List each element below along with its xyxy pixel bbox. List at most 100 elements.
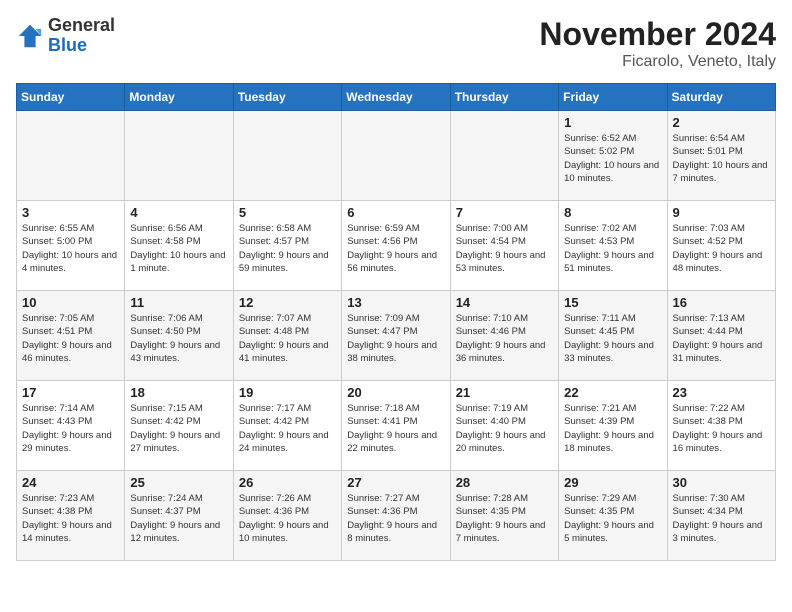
day-number: 25 bbox=[130, 475, 227, 490]
calendar-cell: 25 Sunrise: 7:24 AM Sunset: 4:37 PM Dayli… bbox=[125, 471, 233, 561]
calendar-cell: 5 Sunrise: 6:58 AM Sunset: 4:57 PM Daylig… bbox=[233, 201, 341, 291]
day-number: 5 bbox=[239, 205, 336, 220]
header-thursday: Thursday bbox=[450, 84, 558, 111]
day-number: 27 bbox=[347, 475, 444, 490]
day-info: Sunrise: 7:19 AM Sunset: 4:40 PM Dayligh… bbox=[456, 402, 553, 455]
day-info: Sunrise: 7:00 AM Sunset: 4:54 PM Dayligh… bbox=[456, 222, 553, 275]
calendar-cell bbox=[17, 111, 125, 201]
calendar-cell: 14 Sunrise: 7:10 AM Sunset: 4:46 PM Dayli… bbox=[450, 291, 558, 381]
day-number: 1 bbox=[564, 115, 661, 130]
day-info: Sunrise: 7:29 AM Sunset: 4:35 PM Dayligh… bbox=[564, 492, 661, 545]
calendar-cell bbox=[450, 111, 558, 201]
calendar-cell: 21 Sunrise: 7:19 AM Sunset: 4:40 PM Dayli… bbox=[450, 381, 558, 471]
day-number: 19 bbox=[239, 385, 336, 400]
calendar-cell: 1 Sunrise: 6:52 AM Sunset: 5:02 PM Daylig… bbox=[559, 111, 667, 201]
day-number: 23 bbox=[673, 385, 770, 400]
calendar-cell bbox=[125, 111, 233, 201]
calendar-cell: 11 Sunrise: 7:06 AM Sunset: 4:50 PM Dayli… bbox=[125, 291, 233, 381]
calendar-body: 1 Sunrise: 6:52 AM Sunset: 5:02 PM Daylig… bbox=[17, 111, 776, 561]
day-info: Sunrise: 7:14 AM Sunset: 4:43 PM Dayligh… bbox=[22, 402, 119, 455]
day-info: Sunrise: 7:21 AM Sunset: 4:39 PM Dayligh… bbox=[564, 402, 661, 455]
day-number: 16 bbox=[673, 295, 770, 310]
day-number: 28 bbox=[456, 475, 553, 490]
day-info: Sunrise: 7:13 AM Sunset: 4:44 PM Dayligh… bbox=[673, 312, 770, 365]
calendar-cell: 16 Sunrise: 7:13 AM Sunset: 4:44 PM Dayli… bbox=[667, 291, 775, 381]
calendar-cell: 24 Sunrise: 7:23 AM Sunset: 4:38 PM Dayli… bbox=[17, 471, 125, 561]
calendar-cell: 19 Sunrise: 7:17 AM Sunset: 4:42 PM Dayli… bbox=[233, 381, 341, 471]
day-number: 9 bbox=[673, 205, 770, 220]
day-info: Sunrise: 7:09 AM Sunset: 4:47 PM Dayligh… bbox=[347, 312, 444, 365]
day-info: Sunrise: 7:23 AM Sunset: 4:38 PM Dayligh… bbox=[22, 492, 119, 545]
day-info: Sunrise: 6:52 AM Sunset: 5:02 PM Dayligh… bbox=[564, 132, 661, 185]
header-monday: Monday bbox=[125, 84, 233, 111]
header-sunday: Sunday bbox=[17, 84, 125, 111]
calendar-cell: 13 Sunrise: 7:09 AM Sunset: 4:47 PM Dayli… bbox=[342, 291, 450, 381]
day-number: 22 bbox=[564, 385, 661, 400]
day-info: Sunrise: 6:58 AM Sunset: 4:57 PM Dayligh… bbox=[239, 222, 336, 275]
week-row-3: 10Sunrise: 7:05 AM Sunset: 4:51 PM Dayli… bbox=[17, 291, 776, 381]
header-tuesday: Tuesday bbox=[233, 84, 341, 111]
header-friday: Friday bbox=[559, 84, 667, 111]
day-info: Sunrise: 7:17 AM Sunset: 4:42 PM Dayligh… bbox=[239, 402, 336, 455]
day-info: Sunrise: 7:05 AM Sunset: 4:51 PM Dayligh… bbox=[22, 312, 119, 365]
day-info: Sunrise: 6:56 AM Sunset: 4:58 PM Dayligh… bbox=[130, 222, 227, 275]
calendar-cell: 28 Sunrise: 7:28 AM Sunset: 4:35 PM Dayli… bbox=[450, 471, 558, 561]
day-info: Sunrise: 7:24 AM Sunset: 4:37 PM Dayligh… bbox=[130, 492, 227, 545]
day-info: Sunrise: 7:02 AM Sunset: 4:53 PM Dayligh… bbox=[564, 222, 661, 275]
day-info: Sunrise: 7:30 AM Sunset: 4:34 PM Dayligh… bbox=[673, 492, 770, 545]
day-info: Sunrise: 7:28 AM Sunset: 4:35 PM Dayligh… bbox=[456, 492, 553, 545]
calendar-cell: 12 Sunrise: 7:07 AM Sunset: 4:48 PM Dayli… bbox=[233, 291, 341, 381]
logo-text: General Blue bbox=[48, 16, 115, 56]
calendar-cell: 18Sunrise: 7:15 AM Sunset: 4:42 PM Dayli… bbox=[125, 381, 233, 471]
day-number: 21 bbox=[456, 385, 553, 400]
calendar-cell bbox=[342, 111, 450, 201]
day-info: Sunrise: 7:11 AM Sunset: 4:45 PM Dayligh… bbox=[564, 312, 661, 365]
day-number: 29 bbox=[564, 475, 661, 490]
calendar-header: SundayMondayTuesdayWednesdayThursdayFrid… bbox=[17, 84, 776, 111]
logo-blue-text: Blue bbox=[48, 36, 115, 56]
calendar-cell: 22 Sunrise: 7:21 AM Sunset: 4:39 PM Dayli… bbox=[559, 381, 667, 471]
day-number: 14 bbox=[456, 295, 553, 310]
day-info: Sunrise: 7:27 AM Sunset: 4:36 PM Dayligh… bbox=[347, 492, 444, 545]
day-number: 18 bbox=[130, 385, 227, 400]
calendar-cell: 2 Sunrise: 6:54 AM Sunset: 5:01 PM Daylig… bbox=[667, 111, 775, 201]
calendar-cell: 23 Sunrise: 7:22 AM Sunset: 4:38 PM Dayli… bbox=[667, 381, 775, 471]
day-info: Sunrise: 7:26 AM Sunset: 4:36 PM Dayligh… bbox=[239, 492, 336, 545]
day-number: 6 bbox=[347, 205, 444, 220]
day-info: Sunrise: 6:59 AM Sunset: 4:56 PM Dayligh… bbox=[347, 222, 444, 275]
day-info: Sunrise: 6:55 AM Sunset: 5:00 PM Dayligh… bbox=[22, 222, 119, 275]
page-header: General Blue November 2024 Ficarolo, Ven… bbox=[16, 16, 776, 71]
day-info: Sunrise: 7:22 AM Sunset: 4:38 PM Dayligh… bbox=[673, 402, 770, 455]
calendar-cell: 17 Sunrise: 7:14 AM Sunset: 4:43 PM Dayli… bbox=[17, 381, 125, 471]
logo-icon bbox=[16, 22, 44, 50]
day-info: Sunrise: 7:18 AM Sunset: 4:41 PM Dayligh… bbox=[347, 402, 444, 455]
day-number: 7 bbox=[456, 205, 553, 220]
day-number: 12 bbox=[239, 295, 336, 310]
day-number: 17 bbox=[22, 385, 119, 400]
day-number: 4 bbox=[130, 205, 227, 220]
day-info: Sunrise: 6:54 AM Sunset: 5:01 PM Dayligh… bbox=[673, 132, 770, 185]
day-number: 15 bbox=[564, 295, 661, 310]
day-info: Sunrise: 7:07 AM Sunset: 4:48 PM Dayligh… bbox=[239, 312, 336, 365]
calendar-cell: 10Sunrise: 7:05 AM Sunset: 4:51 PM Dayli… bbox=[17, 291, 125, 381]
day-info: Sunrise: 7:10 AM Sunset: 4:46 PM Dayligh… bbox=[456, 312, 553, 365]
calendar-cell bbox=[233, 111, 341, 201]
title-block: November 2024 Ficarolo, Veneto, Italy bbox=[539, 16, 776, 71]
header-wednesday: Wednesday bbox=[342, 84, 450, 111]
calendar-cell: 4 Sunrise: 6:56 AM Sunset: 4:58 PM Daylig… bbox=[125, 201, 233, 291]
day-number: 8 bbox=[564, 205, 661, 220]
main-title: November 2024 bbox=[539, 16, 776, 53]
day-number: 24 bbox=[22, 475, 119, 490]
day-number: 2 bbox=[673, 115, 770, 130]
day-info: Sunrise: 7:06 AM Sunset: 4:50 PM Dayligh… bbox=[130, 312, 227, 365]
calendar-cell: 6 Sunrise: 6:59 AM Sunset: 4:56 PM Daylig… bbox=[342, 201, 450, 291]
day-info: Sunrise: 7:03 AM Sunset: 4:52 PM Dayligh… bbox=[673, 222, 770, 275]
day-number: 20 bbox=[347, 385, 444, 400]
day-number: 3 bbox=[22, 205, 119, 220]
day-number: 13 bbox=[347, 295, 444, 310]
logo: General Blue bbox=[16, 16, 115, 56]
day-number: 11 bbox=[130, 295, 227, 310]
calendar-cell: 9 Sunrise: 7:03 AM Sunset: 4:52 PM Daylig… bbox=[667, 201, 775, 291]
week-row-2: 3 Sunrise: 6:55 AM Sunset: 5:00 PM Daylig… bbox=[17, 201, 776, 291]
calendar-cell: 29 Sunrise: 7:29 AM Sunset: 4:35 PM Dayli… bbox=[559, 471, 667, 561]
